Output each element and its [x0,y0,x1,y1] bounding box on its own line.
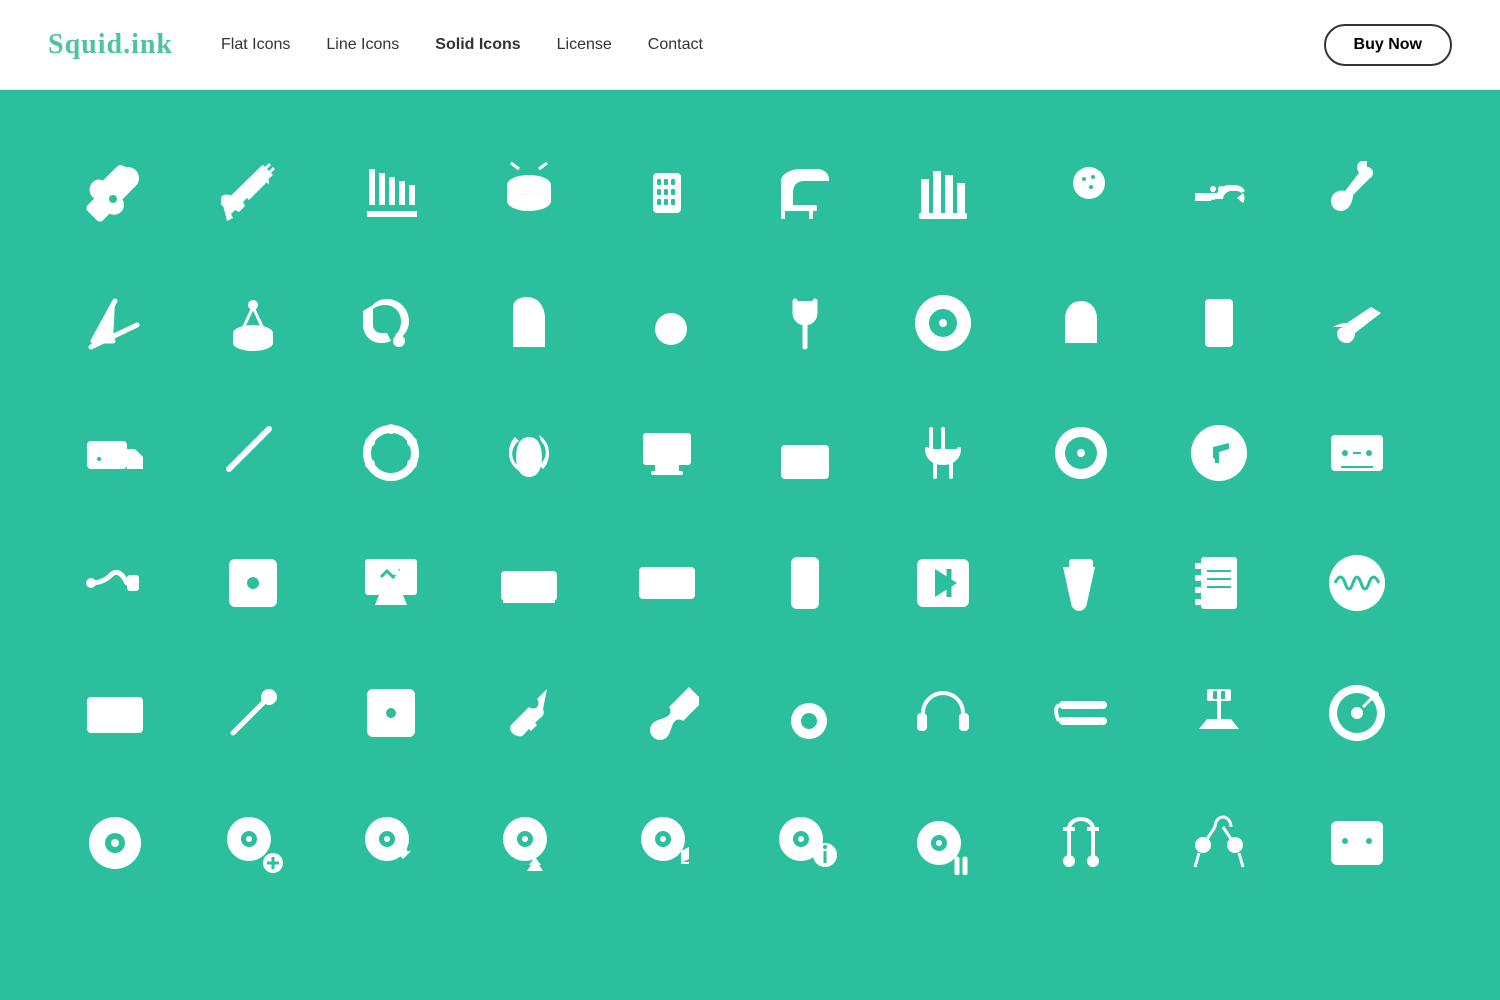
ipod-icon[interactable] [750,528,860,638]
drumstick-icon[interactable] [198,658,308,768]
buy-now-button[interactable]: Buy Now [1324,24,1452,66]
music-cd-icon[interactable] [198,528,308,638]
nav-links: Flat Icons Line Icons Solid Icons Licens… [221,36,703,54]
drum-icon[interactable] [474,138,584,248]
vinyl-disc-icon[interactable] [1302,658,1412,768]
horn-icon[interactable] [1302,268,1412,378]
cd-download-icon[interactable] [60,788,170,898]
amplifier-icon[interactable] [60,658,170,768]
banjo-icon[interactable] [612,268,722,378]
earphones-icon[interactable] [888,658,998,768]
usb-stick-icon[interactable] [1026,528,1136,638]
music-screen-icon[interactable] [612,398,722,508]
electric-guitar2-icon[interactable] [612,658,722,768]
violin-icon[interactable] [474,398,584,508]
nav-line-icons[interactable]: Line Icons [326,36,399,54]
icon-grid-area [0,90,1500,1000]
tambourine-icon[interactable] [336,398,446,508]
tuning-fork-icon[interactable] [750,268,860,378]
in-ear-headphones-icon[interactable] [1302,788,1412,898]
harmonica-icon[interactable] [612,138,722,248]
headphone-buds-icon[interactable] [1026,788,1136,898]
triangle-icon[interactable] [60,268,170,378]
cd-info-icon[interactable] [750,788,860,898]
audio-connector-icon[interactable] [1026,658,1136,768]
cd-upload-icon[interactable] [474,788,584,898]
audio-jack-icon[interactable] [888,398,998,508]
music-note-circle-icon[interactable] [1164,398,1274,508]
cd-arrow-icon[interactable] [336,788,446,898]
vinyl-record-icon[interactable] [888,268,998,378]
logo[interactable]: Squid.ink [48,29,173,61]
car-audio-icon[interactable] [612,528,722,638]
earbuds-icon[interactable] [1164,788,1274,898]
nav-license[interactable]: License [557,36,612,54]
trumpet-icon[interactable] [1164,138,1274,248]
boombox-icon[interactable] [474,528,584,638]
music-box-icon[interactable] [336,658,446,768]
cd-pause-icon[interactable] [888,788,998,898]
navbar: Squid.ink Flat Icons Line Icons Solid Ic… [0,0,1500,90]
nav-contact[interactable]: Contact [648,36,703,54]
pan-flute-icon[interactable] [336,138,446,248]
usb-cable-icon[interactable] [1164,658,1274,768]
play-button-icon[interactable] [888,528,998,638]
saxophone-icon[interactable] [1302,138,1412,248]
radio-icon[interactable] [750,398,860,508]
electric-guitar-icon[interactable] [474,658,584,768]
audio-cable-icon[interactable] [60,528,170,638]
icon-grid [60,138,1440,898]
speaker-icon[interactable] [1164,268,1274,378]
nav-solid-icons[interactable]: Solid Icons [435,36,520,54]
notebook-icon[interactable] [1164,528,1274,638]
bass-guitar-icon[interactable] [198,138,308,248]
harp-icon[interactable] [474,268,584,378]
music-player-icon[interactable] [60,398,170,508]
lyre-icon[interactable] [1026,268,1136,378]
french-horn-icon[interactable] [336,268,446,378]
cd-music-icon[interactable] [612,788,722,898]
cd-disc-icon[interactable] [1026,398,1136,508]
pipe-organ-icon[interactable] [888,138,998,248]
guitar-icon[interactable] [60,138,170,248]
maraca-icon[interactable] [1026,138,1136,248]
grand-piano-icon[interactable] [750,138,860,248]
banjo2-icon[interactable] [750,658,860,768]
music-monitor-icon[interactable] [336,528,446,638]
nav-left: Squid.ink Flat Icons Line Icons Solid Ic… [48,29,703,61]
flute-icon[interactable] [198,398,308,508]
cd-add-icon[interactable] [198,788,308,898]
audio-wave-icon[interactable] [1302,528,1412,638]
cassette-tape-icon[interactable] [1302,398,1412,508]
nav-flat-icons[interactable]: Flat Icons [221,36,290,54]
drum-kit-icon[interactable] [198,268,308,378]
